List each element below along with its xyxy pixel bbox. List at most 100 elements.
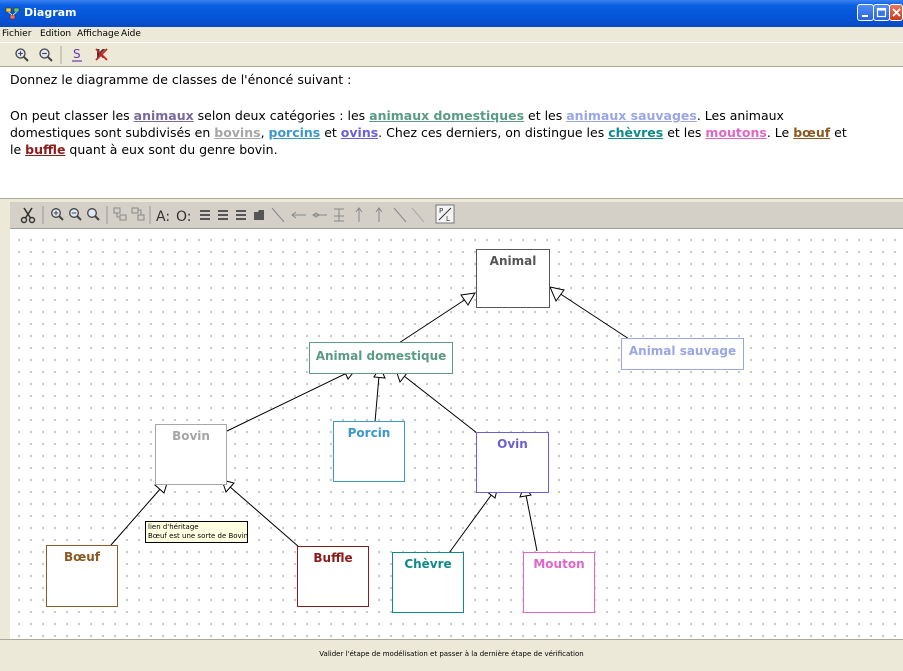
close-button[interactable] — [889, 4, 903, 21]
link-bovin-domestique[interactable] — [226, 372, 348, 432]
align-center-icon[interactable] — [218, 210, 228, 220]
composition-tool-icon[interactable] — [334, 208, 344, 222]
association-tool-icon[interactable] — [291, 211, 306, 219]
keyword-animaux: animaux — [133, 108, 194, 123]
toolbar-separator — [60, 46, 62, 64]
diagram-canvas[interactable]: Animal Animal domestique Animal sauvage … — [10, 229, 903, 639]
diagonal-link-2-icon[interactable] — [411, 207, 425, 223]
dependency-tool-icon[interactable] — [355, 207, 363, 222]
align-left-icon[interactable] — [200, 210, 210, 220]
class-buffle[interactable]: Buffle — [297, 546, 369, 607]
aggregation-tool-icon[interactable] — [312, 212, 327, 218]
link-domestique-animal[interactable] — [398, 298, 467, 344]
class-animal-sauvage-label: Animal sauvage — [628, 344, 737, 358]
tooltip-line-1: lien d'héritage — [148, 523, 199, 531]
diagram-toolbar-icons: A: O: P L — [20, 204, 455, 225]
question-line-1: On peut classer les animaux selon deux c… — [10, 108, 784, 123]
class-boeuf-label: Bœuf — [63, 550, 101, 564]
class-mouton-label: Mouton — [533, 557, 585, 571]
text-fragment: et — [320, 125, 341, 140]
keyword-bovins: bovins — [214, 125, 261, 140]
svg-text:L: L — [446, 215, 450, 223]
text-fragment: , — [260, 125, 269, 140]
text-fragment: On peut classer les — [10, 108, 134, 123]
class-boeuf[interactable]: Bœuf — [46, 545, 118, 607]
diagonal-link-icon[interactable] — [393, 207, 407, 223]
keyword-moutons: moutons — [705, 125, 767, 140]
minimize-button[interactable] — [857, 4, 874, 21]
zoom-in-icon[interactable] — [14, 47, 30, 63]
menu-aide[interactable]: Aide — [121, 29, 141, 39]
class-animal[interactable]: Animal — [476, 249, 550, 308]
keyword-buffle: buffle — [25, 142, 66, 157]
class-porcin[interactable]: Porcin — [333, 421, 405, 482]
menu-affichage[interactable]: Affichage — [77, 29, 119, 39]
scissors-icon[interactable] — [20, 207, 36, 224]
svg-text:P: P — [439, 207, 443, 215]
menu-bar: Fichier Edition Affichage Aide — [0, 27, 903, 42]
text-fragment: . Les animaux — [696, 108, 784, 123]
link-porcin-domestique[interactable] — [374, 375, 380, 423]
main-toolbar: S K — [0, 42, 903, 67]
link-mouton-ovin[interactable] — [525, 494, 538, 552]
text-fragment: . Le — [766, 125, 794, 140]
line-tool-icon[interactable] — [271, 207, 285, 223]
question-line-2: domestiques sont subdivisés en bovins, p… — [10, 125, 847, 140]
folder-icon[interactable] — [254, 210, 264, 220]
app-icon — [5, 7, 20, 20]
keyword-chevres: chèvres — [608, 125, 664, 140]
text-fragment: le — [10, 142, 26, 157]
keyword-boeuf: bœuf — [793, 125, 831, 140]
text-fragment: et — [830, 125, 847, 140]
link-ovin-domestique[interactable] — [403, 375, 478, 434]
validate-step-button[interactable]: Valider l'étape de modélisation et passe… — [0, 650, 903, 658]
class-ovin[interactable]: Ovin — [476, 432, 549, 493]
layout-tool-icon[interactable]: P L — [435, 204, 455, 224]
keyword-ovins: ovins — [340, 125, 379, 140]
text-fragment: et les — [663, 125, 706, 140]
zoom-reset-icon[interactable] — [87, 208, 100, 221]
zoom-in-icon[interactable] — [51, 208, 64, 221]
diagram-toolbar: A: O: P L — [10, 202, 903, 229]
menu-edition[interactable]: Edition — [40, 29, 71, 39]
attribute-tool-icon[interactable]: A: — [156, 209, 170, 225]
link-chevre-ovin[interactable] — [448, 493, 493, 554]
class-bovin[interactable]: Bovin — [155, 424, 227, 485]
tooltip-line-2: Bœuf est une sorte de Bovin — [148, 532, 249, 540]
align-right-icon[interactable] — [236, 210, 246, 220]
link-sauvage-animal[interactable] — [558, 292, 630, 340]
text-fragment: . Chez ces derniers, on distingue les — [378, 125, 609, 140]
window-title: Diagram — [24, 6, 77, 19]
question-panel: Donnez le diagramme de classes de l'énon… — [0, 66, 903, 199]
operation-tool-icon[interactable]: O: — [176, 209, 192, 225]
class-bovin-label: Bovin — [172, 429, 210, 443]
class-mouton[interactable]: Mouton — [523, 552, 595, 613]
class-animal-domestique-label: Animal domestique — [315, 349, 447, 363]
s-tool-icon[interactable]: S — [70, 47, 86, 63]
arrowhead-domestique-animal — [460, 292, 476, 306]
class-animal-sauvage[interactable]: Animal sauvage — [621, 338, 744, 370]
class-animal-domestique[interactable]: Animal domestique — [309, 342, 453, 374]
zoom-out-icon[interactable] — [38, 47, 54, 63]
maximize-button[interactable] — [873, 4, 890, 21]
question-prompt: Donnez le diagramme de classes de l'énon… — [10, 72, 352, 87]
ungroup-icon[interactable] — [131, 207, 145, 221]
zoom-out-icon[interactable] — [69, 208, 82, 221]
menu-fichier[interactable]: Fichier — [2, 29, 31, 39]
group-icon[interactable] — [113, 207, 127, 221]
text-fragment: quant à eux sont du genre bovin. — [65, 142, 278, 157]
cross-tool-icon[interactable]: K — [94, 47, 110, 63]
link-tooltip: lien d'héritage Bœuf est une sorte de Bo… — [145, 521, 248, 543]
question-line-3: le buffle quant à eux sont du genre bovi… — [10, 142, 278, 157]
class-chevre-label: Chèvre — [404, 557, 452, 571]
keyword-animaux-domestiques: animaux domestiques — [369, 108, 525, 123]
class-chevre[interactable]: Chèvre — [392, 552, 464, 613]
text-fragment: selon deux catégories : les — [193, 108, 370, 123]
inheritance-tool-icon[interactable] — [375, 207, 383, 222]
keyword-animaux-sauvages: animaux sauvages — [566, 108, 697, 123]
left-border — [0, 202, 10, 639]
class-animal-label: Animal — [489, 254, 537, 268]
class-ovin-label: Ovin — [497, 437, 528, 451]
text-fragment: domestiques sont subdivisés en — [10, 125, 215, 140]
class-buffle-label: Buffle — [313, 551, 353, 565]
